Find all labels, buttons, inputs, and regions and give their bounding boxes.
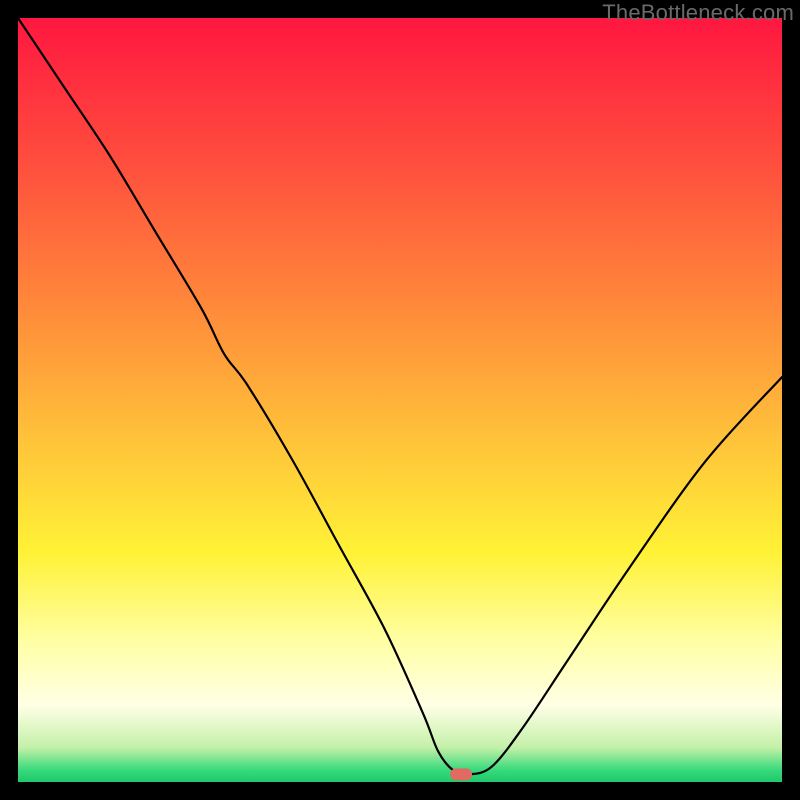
plot-area <box>18 18 782 782</box>
gradient-background <box>18 18 782 782</box>
chart-frame: TheBottleneck.com <box>0 0 800 800</box>
watermark-text: TheBottleneck.com <box>602 0 794 26</box>
bottleneck-chart <box>18 18 782 782</box>
optimal-point-marker <box>450 768 472 780</box>
